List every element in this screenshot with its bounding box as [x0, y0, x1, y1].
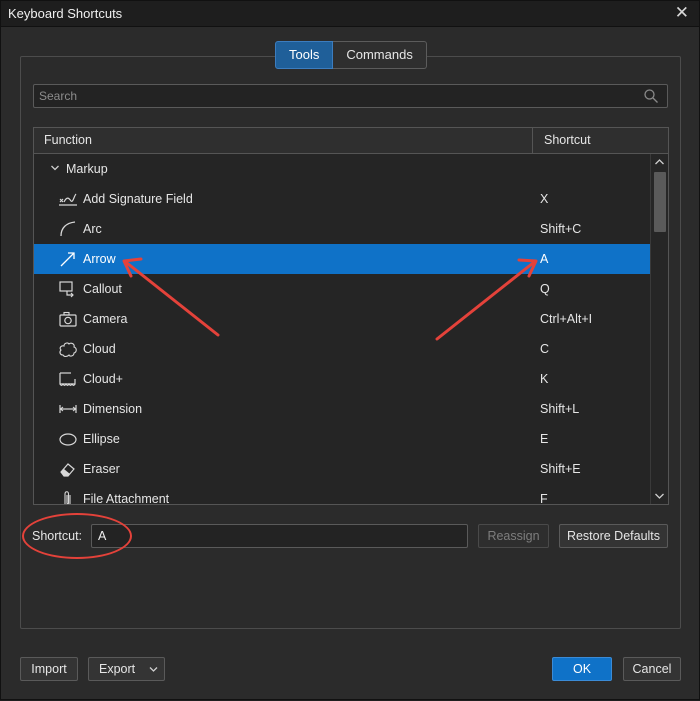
row-shortcut: Ctrl+Alt+I — [540, 312, 593, 326]
row-shortcut: Q — [540, 282, 550, 296]
table-row[interactable]: Dimension Shift+L — [34, 394, 650, 424]
table-row[interactable]: Cloud C — [34, 334, 650, 364]
close-icon[interactable]: ✕ — [675, 4, 689, 22]
shortcut-field[interactable] — [91, 524, 468, 548]
shortcut-label: Shortcut: — [32, 529, 83, 543]
export-label: Export — [99, 662, 136, 676]
export-button[interactable]: Export — [88, 657, 165, 681]
cancel-button[interactable]: Cancel — [623, 657, 681, 681]
row-function: Cloud+ — [83, 372, 123, 386]
table-row[interactable]: Callout Q — [34, 274, 650, 304]
file-attachment-icon — [64, 491, 71, 504]
row-shortcut: C — [540, 342, 550, 356]
column-header-shortcut[interactable]: Shortcut — [544, 128, 591, 153]
table-row[interactable]: Arc Shift+C — [34, 214, 650, 244]
row-function: Arrow — [83, 252, 116, 266]
scroll-up-icon[interactable] — [654, 158, 665, 166]
table-row-selected[interactable]: Arrow A — [34, 244, 650, 274]
ok-button[interactable]: OK — [552, 657, 612, 681]
tab-tools[interactable]: Tools — [275, 41, 334, 69]
row-shortcut: Shift+L — [540, 402, 580, 416]
scrollbar-thumb[interactable] — [654, 172, 666, 232]
table-row[interactable]: Ellipse E — [34, 424, 650, 454]
table-row[interactable]: File Attachment F — [34, 484, 650, 505]
table-row[interactable]: Add Signature Field X — [34, 184, 650, 214]
row-shortcut: E — [540, 432, 549, 446]
search-box[interactable] — [33, 84, 668, 108]
arrow-icon — [60, 252, 75, 267]
table-row[interactable]: Eraser Shift+E — [34, 454, 650, 484]
dimension-icon — [59, 405, 77, 413]
chevron-down-icon — [149, 667, 158, 672]
title-bar: Keyboard Shortcuts ✕ — [1, 1, 699, 27]
search-input[interactable] — [39, 87, 629, 105]
tree-group-markup[interactable]: Markup — [34, 154, 650, 184]
row-function: Callout — [83, 282, 122, 296]
row-function: Arc — [83, 222, 102, 236]
chevron-down-icon[interactable] — [50, 163, 60, 173]
row-function: Add Signature Field — [83, 192, 193, 206]
restore-defaults-button[interactable]: Restore Defaults — [559, 524, 668, 548]
row-shortcut: Shift+E — [540, 462, 581, 476]
row-shortcut: F — [540, 492, 548, 505]
ellipse-icon — [59, 433, 77, 446]
callout-icon — [59, 281, 74, 298]
cloud-icon — [59, 342, 77, 358]
shortcut-input[interactable] — [98, 527, 458, 545]
column-header-function[interactable]: Function — [44, 128, 92, 153]
import-button[interactable]: Import — [20, 657, 78, 681]
row-function: Cloud — [83, 342, 116, 356]
row-function: Dimension — [83, 402, 143, 416]
column-separator[interactable] — [532, 128, 533, 153]
row-shortcut: K — [540, 372, 549, 386]
search-icon[interactable] — [643, 88, 659, 104]
tab-bar: Tools Commands — [275, 41, 427, 69]
row-shortcut: X — [540, 192, 549, 206]
row-function: File Attachment — [83, 492, 170, 505]
row-function: Ellipse — [83, 432, 120, 446]
arc-icon — [60, 221, 76, 237]
scroll-down-icon[interactable] — [654, 492, 665, 500]
row-shortcut: Shift+C — [540, 222, 582, 236]
eraser-icon — [60, 463, 75, 477]
signature-field-icon — [59, 193, 77, 206]
row-function: Eraser — [83, 462, 120, 476]
table-row[interactable]: Camera Ctrl+Alt+I — [34, 304, 650, 334]
window-title: Keyboard Shortcuts — [8, 6, 123, 21]
cloud-plus-icon — [59, 372, 76, 386]
vertical-scrollbar[interactable] — [650, 154, 668, 504]
keyboard-shortcuts-dialog: Keyboard Shortcuts ✕ Tools Commands Func… — [0, 0, 700, 700]
row-function: Camera — [83, 312, 128, 326]
shortcuts-table: Function Shortcut Markup Add Signature F… — [33, 127, 669, 505]
table-header: Function Shortcut — [34, 128, 668, 154]
reassign-button[interactable]: Reassign — [478, 524, 549, 548]
camera-icon — [59, 311, 77, 327]
row-shortcut: A — [540, 252, 549, 266]
table-row[interactable]: Cloud+ K — [34, 364, 650, 394]
group-label: Markup — [66, 162, 108, 176]
tab-commands[interactable]: Commands — [333, 41, 427, 69]
table-body: Markup Add Signature Field X Arc Shift+C — [34, 154, 650, 504]
